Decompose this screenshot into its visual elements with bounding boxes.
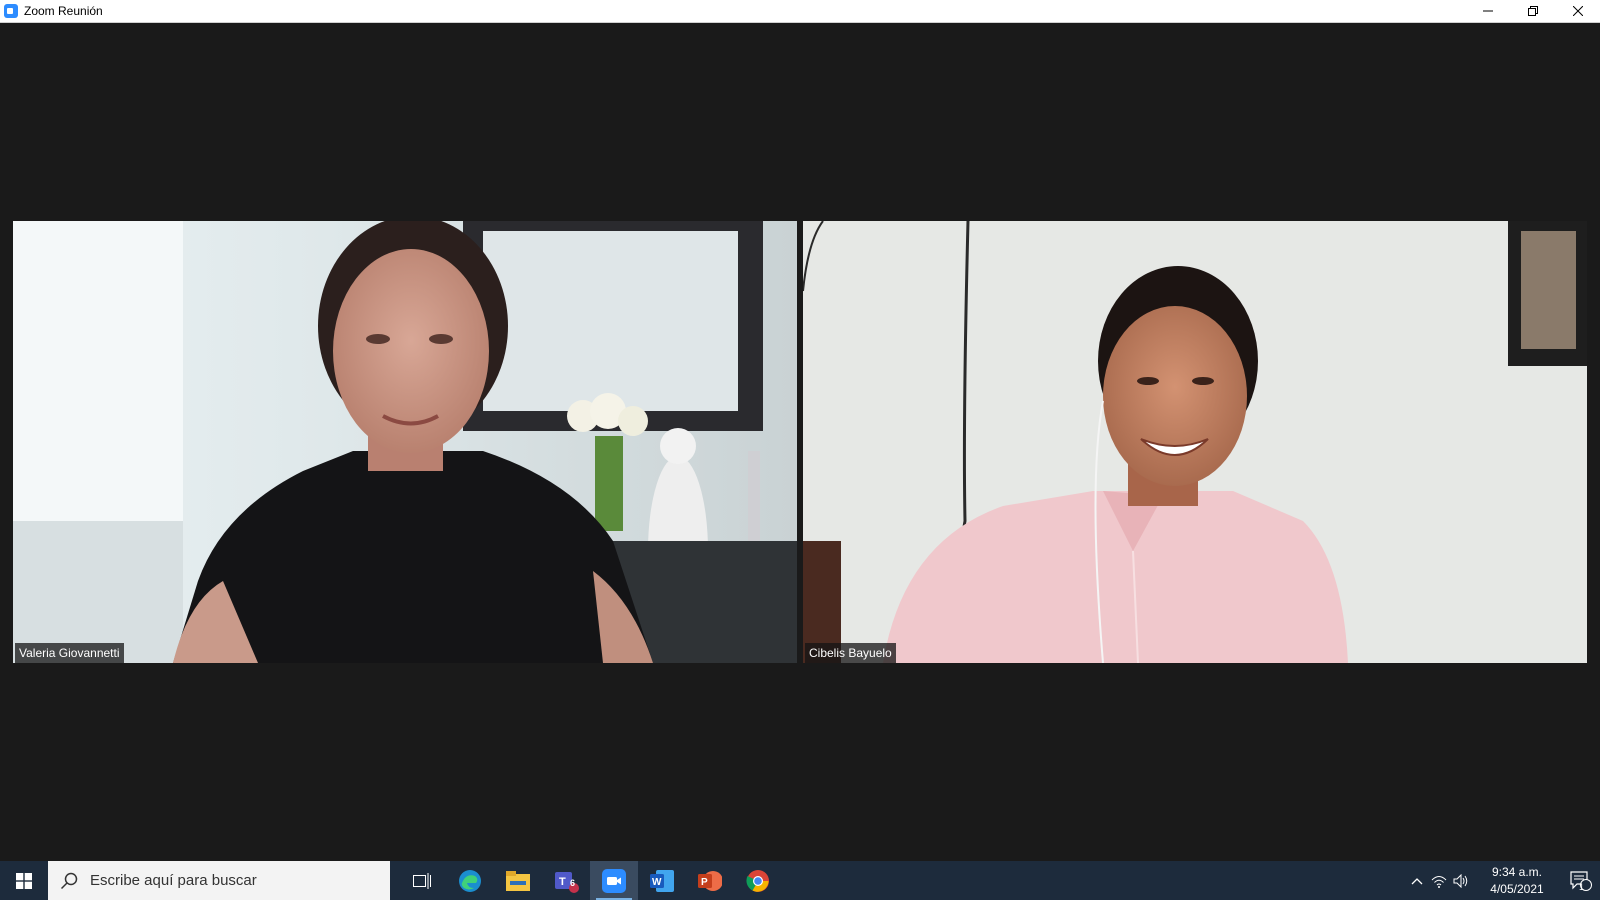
- chrome-button[interactable]: [734, 861, 782, 900]
- chrome-icon: [746, 869, 769, 892]
- powerpoint-icon: P: [698, 870, 722, 891]
- teams-icon: T: [555, 871, 579, 893]
- zoom-app-icon: [4, 4, 18, 18]
- clock-time: 9:34 a.m.: [1491, 864, 1543, 879]
- powerpoint-button[interactable]: P: [686, 861, 734, 900]
- start-button[interactable]: [0, 861, 48, 900]
- search-icon: [60, 872, 78, 889]
- network-icon: [1431, 875, 1447, 888]
- word-button[interactable]: W: [638, 861, 686, 900]
- system-tray: 9:34 a.m. 4/05/2021 1: [1406, 861, 1600, 900]
- notification-count: 1: [1578, 882, 1584, 892]
- participant-video-tile[interactable]: Valeria Giovannetti: [13, 221, 797, 663]
- minimize-icon: [1482, 10, 1493, 12]
- participant-video: [13, 221, 797, 663]
- word-icon: W: [650, 869, 674, 892]
- svg-text:W: W: [652, 877, 662, 888]
- svg-text:P: P: [701, 877, 708, 888]
- participant-name-label: Valeria Giovannetti: [15, 643, 124, 663]
- restore-button[interactable]: [1510, 0, 1555, 22]
- file-explorer-icon: [506, 870, 530, 891]
- show-hidden-icons-button[interactable]: [1406, 861, 1428, 900]
- windows-logo-icon: [16, 872, 32, 889]
- volume-button[interactable]: [1450, 861, 1472, 900]
- zoom-icon: [602, 868, 626, 893]
- teams-badge: 6: [570, 878, 576, 888]
- svg-text:T: T: [559, 876, 566, 888]
- taskbar-search-box[interactable]: Escribe aquí para buscar: [48, 861, 390, 900]
- action-center-button[interactable]: 1: [1562, 861, 1600, 900]
- window-controls: [1465, 0, 1600, 22]
- meeting-gallery: Valeria Giovannetti Cibelis Bayuelo: [0, 23, 1600, 861]
- chevron-up-icon: [1411, 877, 1423, 884]
- window-title: Zoom Reunión: [24, 4, 103, 18]
- participant-video: [803, 221, 1587, 663]
- close-button[interactable]: [1555, 0, 1600, 22]
- teams-button[interactable]: T 6: [542, 861, 590, 900]
- windows-taskbar: Escribe aquí para buscar T 6 W P 9:34 a.…: [0, 861, 1600, 900]
- participant-video-tile[interactable]: Cibelis Bayuelo: [803, 221, 1587, 663]
- restore-icon: [1527, 6, 1538, 16]
- window-title-bar: Zoom Reunión: [0, 0, 1600, 23]
- clock-date: 4/05/2021: [1490, 881, 1544, 896]
- network-button[interactable]: [1428, 861, 1450, 900]
- taskbar-clock[interactable]: 9:34 a.m. 4/05/2021: [1478, 864, 1556, 898]
- speaker-icon: [1453, 873, 1468, 888]
- search-placeholder: Escribe aquí para buscar: [90, 872, 257, 889]
- zoom-taskbar-button[interactable]: [590, 861, 638, 900]
- edge-button[interactable]: [446, 861, 494, 900]
- edge-icon: [459, 869, 481, 892]
- file-explorer-button[interactable]: [494, 861, 542, 900]
- minimize-button[interactable]: [1465, 0, 1510, 22]
- task-view-button[interactable]: [398, 861, 446, 900]
- task-view-icon: [413, 872, 431, 889]
- participant-name-label: Cibelis Bayuelo: [805, 643, 896, 663]
- close-icon: [1572, 6, 1583, 16]
